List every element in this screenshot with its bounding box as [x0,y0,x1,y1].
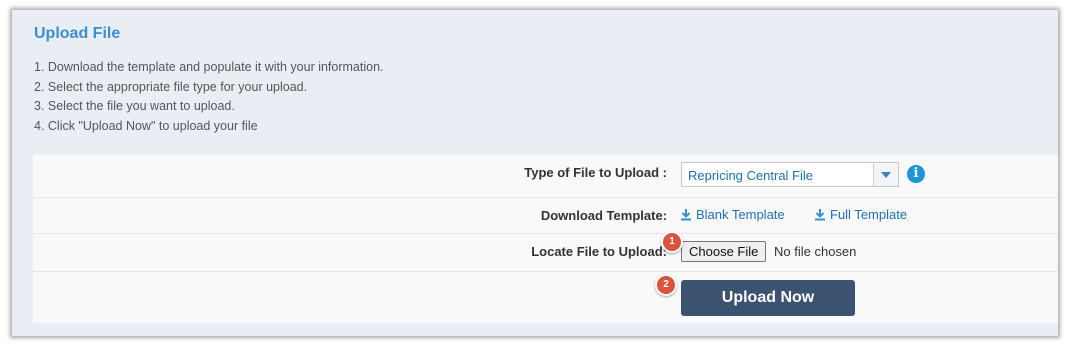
upload-row: Upload Now 2 [33,271,1058,323]
upload-form: Type of File to Upload : Repricing Centr… [33,155,1058,323]
blank-template-label: Blank Template [696,207,785,222]
upload-file-panel: Upload File 1. Download the template and… [12,10,1058,336]
file-type-row: Type of File to Upload : Repricing Centr… [33,155,1058,198]
page-title: Upload File [34,25,121,42]
file-type-selected-value: Repricing Central File [688,168,813,183]
locate-file-label: Locate File to Upload: [531,244,667,259]
chevron-down-icon[interactable] [873,163,898,186]
full-template-link[interactable]: Full Template [814,207,907,222]
instruction-item: 2. Select the appropriate file type for … [34,79,308,94]
instruction-item: 4. Click "Upload Now" to upload your fil… [34,119,258,134]
file-status-text: No file chosen [774,244,857,259]
file-type-label: Type of File to Upload : [524,165,667,180]
instruction-item: 3. Select the file you want to upload. [34,99,235,114]
full-template-label: Full Template [830,207,908,222]
locate-file-row: Locate File to Upload: Choose File No fi… [33,231,1058,272]
download-template-row: Download Template: Blank Template Full T… [33,197,1058,234]
instruction-list: 1. Download the template and populate it… [34,58,384,137]
info-icon[interactable]: i [907,165,925,183]
blank-template-link[interactable]: Blank Template [680,207,785,222]
download-template-label: Download Template: [540,208,667,223]
step-badge-2: 2 [655,274,677,296]
instruction-item: 1. Download the template and populate it… [34,60,384,74]
upload-now-button[interactable]: Upload Now [681,280,855,316]
choose-file-button[interactable]: Choose File [681,241,767,262]
step-badge-1: 1 [661,231,683,253]
download-icon [815,209,825,221]
file-type-select[interactable]: Repricing Central File [681,162,899,187]
download-icon [681,209,691,221]
